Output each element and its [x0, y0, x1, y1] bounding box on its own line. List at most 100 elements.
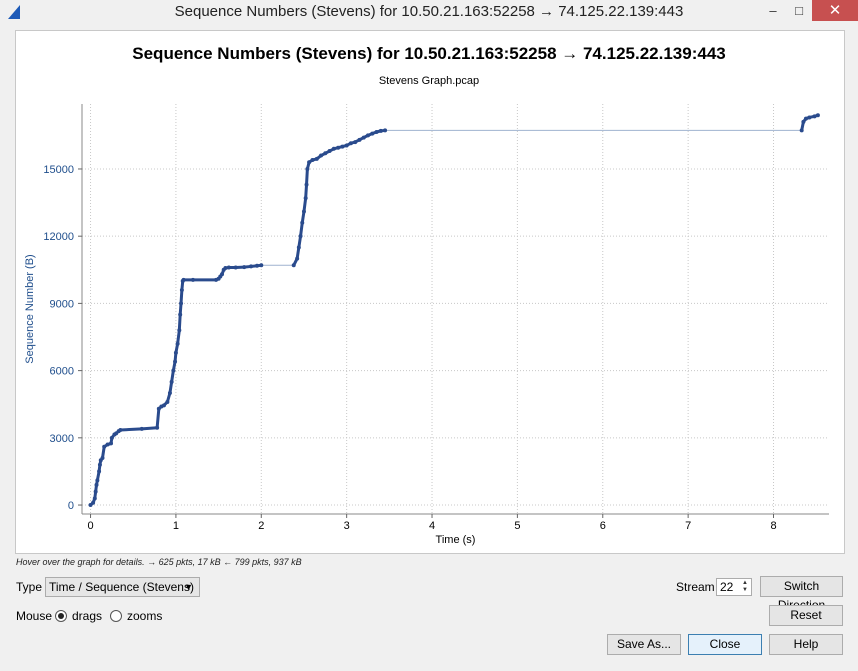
data-point[interactable] — [177, 328, 182, 333]
data-point[interactable] — [94, 482, 99, 487]
data-point[interactable] — [295, 256, 300, 261]
data-point[interactable] — [298, 234, 303, 239]
y-tick-label: 12000 — [43, 231, 74, 243]
data-point[interactable] — [190, 277, 195, 282]
data-point[interactable] — [331, 146, 336, 151]
data-point[interactable] — [233, 265, 238, 270]
data-point[interactable] — [815, 113, 820, 118]
y-tick-label: 6000 — [50, 366, 74, 378]
data-point[interactable] — [169, 379, 174, 384]
data-point[interactable] — [378, 128, 383, 133]
data-point[interactable] — [365, 133, 370, 138]
data-point[interactable] — [353, 140, 358, 145]
x-tick-label: 7 — [685, 520, 691, 532]
data-point[interactable] — [304, 182, 309, 187]
data-point[interactable] — [223, 266, 228, 270]
data-point[interactable] — [259, 263, 264, 268]
mouse-drags-label: drags — [72, 609, 103, 623]
data-point[interactable] — [319, 153, 324, 158]
data-point[interactable] — [370, 131, 375, 136]
data-point[interactable] — [178, 312, 183, 317]
data-point[interactable] — [173, 359, 178, 364]
data-point[interactable] — [300, 220, 305, 225]
data-point[interactable] — [139, 426, 144, 431]
data-point[interactable] — [383, 128, 388, 133]
data-point[interactable] — [801, 119, 806, 124]
data-point[interactable] — [803, 116, 808, 121]
close-button[interactable]: Close — [688, 634, 762, 655]
data-point[interactable] — [102, 444, 107, 449]
data-point[interactable] — [95, 478, 100, 483]
spin-down-icon[interactable]: ▼ — [740, 587, 750, 594]
data-point[interactable] — [310, 158, 315, 163]
data-point[interactable] — [109, 441, 114, 446]
data-point[interactable] — [336, 145, 341, 150]
data-point[interactable] — [91, 500, 96, 505]
data-point[interactable] — [173, 350, 178, 355]
mouse-label: Mouse — [16, 609, 53, 623]
type-label: Type — [16, 580, 43, 594]
sequence-chart[interactable]: 0 1 2 3 4 5 6 7 8 0 3000 6000 9000 12000 15000 Time (s)… — [0, 0, 858, 560]
data-point[interactable] — [327, 149, 332, 154]
stream-spinbox[interactable]: 22 ▲ ▼ — [716, 578, 752, 596]
data-point[interactable] — [361, 135, 366, 140]
data-point[interactable] — [812, 114, 817, 119]
data-point[interactable] — [167, 391, 172, 396]
data-point[interactable] — [249, 264, 254, 269]
data-point[interactable] — [105, 442, 110, 447]
y-tick-label: 15000 — [43, 164, 74, 176]
data-point[interactable] — [305, 166, 310, 171]
switch-direction-button[interactable]: Switch Direction — [760, 576, 843, 612]
series-segment — [155, 407, 161, 430]
data-point[interactable] — [161, 403, 166, 408]
data-point[interactable] — [307, 160, 312, 165]
data-point[interactable] — [807, 115, 812, 120]
x-tick-label: 3 — [344, 520, 350, 532]
data-point[interactable] — [226, 265, 231, 270]
data-point[interactable] — [323, 151, 328, 156]
save-as-button[interactable]: Save As... — [607, 634, 681, 655]
data-point[interactable] — [348, 141, 353, 146]
data-point[interactable] — [296, 245, 301, 250]
y-tick-label: 0 — [68, 500, 74, 512]
data-point[interactable] — [171, 368, 176, 373]
data-point[interactable] — [357, 137, 362, 142]
data-point[interactable] — [97, 469, 102, 474]
y-tick-label: 3000 — [50, 433, 74, 445]
data-point[interactable] — [255, 263, 260, 268]
y-axis-label: Sequence Number (B) — [24, 254, 36, 363]
stream-value: 22 — [720, 580, 734, 594]
data-point[interactable] — [100, 455, 105, 460]
data-point[interactable] — [175, 341, 180, 346]
x-tick-label: 2 — [258, 520, 264, 532]
data-point[interactable] — [242, 265, 247, 270]
data-point[interactable] — [179, 287, 184, 292]
series-segment — [305, 167, 309, 187]
data-point[interactable] — [314, 156, 319, 161]
data-point[interactable] — [303, 196, 308, 201]
mouse-zooms-radio[interactable] — [110, 610, 122, 622]
data-point[interactable] — [374, 130, 379, 135]
data-point[interactable] — [291, 263, 296, 268]
data-point[interactable] — [220, 272, 225, 277]
series-segment — [140, 426, 159, 431]
reset-button[interactable]: Reset — [769, 605, 843, 626]
data-point[interactable] — [799, 128, 804, 133]
data-point[interactable] — [340, 144, 345, 149]
help-button[interactable]: Help — [769, 634, 843, 655]
data-point[interactable] — [97, 462, 102, 467]
data-point[interactable] — [93, 489, 98, 494]
spin-up-icon[interactable]: ▲ — [740, 580, 750, 587]
mouse-drags-radio[interactable] — [55, 610, 67, 622]
data-point[interactable] — [301, 209, 306, 214]
data-point[interactable] — [92, 496, 97, 501]
data-point[interactable] — [344, 143, 349, 148]
data-point[interactable] — [179, 301, 184, 306]
data-point[interactable] — [181, 277, 186, 282]
graph-type-select[interactable]: Time / Sequence (Stevens) ▼ — [45, 577, 200, 597]
data-point[interactable] — [165, 399, 170, 404]
x-tick-label: 8 — [770, 520, 776, 532]
data-point[interactable] — [118, 427, 123, 432]
data-point[interactable] — [155, 425, 160, 430]
data-point[interactable] — [109, 435, 114, 440]
